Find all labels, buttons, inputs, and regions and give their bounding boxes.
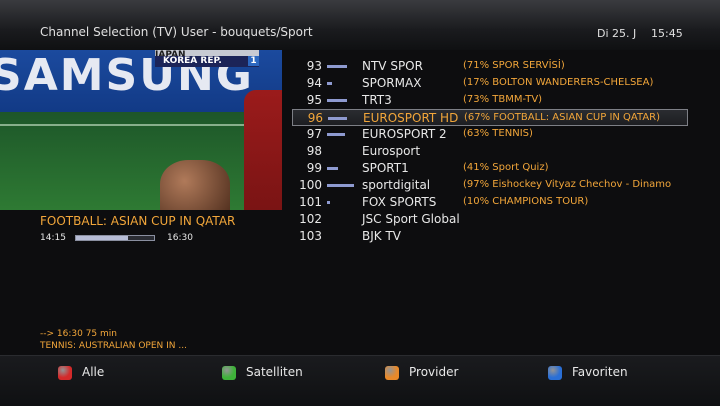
channel-progress-bar — [328, 117, 356, 120]
channel-row[interactable]: 98 Eurosport — [292, 143, 688, 160]
channel-name: EUROSPORT HD — [363, 111, 459, 125]
title-bar: Channel Selection (TV) User - bouquets/S… — [0, 0, 720, 50]
channel-progress-bar — [327, 167, 355, 170]
channel-epg-info: (63% TENNIS) — [463, 128, 533, 139]
channel-number: 93 — [306, 59, 322, 73]
color-button-label: Favoriten — [572, 365, 628, 379]
next-event-title: TENNIS: AUSTRALIAN OPEN IN ... — [40, 341, 187, 351]
channel-name: TRT3 — [362, 93, 392, 107]
channel-row[interactable]: 96 EUROSPORT HD (67% FOOTBALL: ASIAN CUP I… — [292, 109, 688, 126]
channel-number: 96 — [307, 111, 323, 125]
channel-name: FOX SPORTS — [362, 195, 437, 209]
channel-number: 97 — [306, 127, 322, 141]
channel-row[interactable]: 102 JSC Sport Global — [292, 211, 688, 228]
channel-epg-info: (97% Eishockey Vityaz Chechov - Dinamo — [463, 179, 672, 190]
yellow-button-icon — [385, 366, 399, 380]
channel-number: 103 — [299, 229, 322, 243]
channel-name: EUROSPORT 2 — [362, 127, 447, 141]
red-button-icon — [58, 366, 72, 380]
color-button-label: Alle — [82, 365, 105, 379]
channel-number: 100 — [299, 178, 322, 192]
channel-epg-info: (73% TBMM-TV) — [463, 94, 543, 105]
channel-row[interactable]: 101 FOX SPORTS (10% CHAMPIONS TOUR) — [292, 194, 688, 211]
channel-progress-bar — [327, 99, 355, 102]
channel-name: sportdigital — [362, 178, 431, 192]
pitch-line — [0, 124, 282, 126]
channel-name: Eurosport — [362, 144, 421, 158]
channel-row[interactable]: 100 sportdigital (97% Eishockey Vityaz Che… — [292, 177, 688, 194]
blue-button-icon — [548, 366, 562, 380]
channel-number: 102 — [299, 212, 322, 226]
channel-progress-bar — [327, 82, 355, 85]
color-button-bar: Alle Satelliten Provider Favoriten — [0, 355, 720, 406]
channel-row[interactable]: 94 SPORMAX (17% BOLTON WANDERERS-CHELSEA) — [292, 75, 688, 92]
channel-epg-info: (17% BOLTON WANDERERS-CHELSEA) — [463, 77, 654, 88]
now-progress-fill — [76, 236, 129, 240]
video-preview: SAMSUNG JAPAN KOREA REP. 1 — [0, 50, 282, 210]
channel-name: NTV SPOR — [362, 59, 423, 73]
next-event-time: --> 16:30 75 min — [40, 329, 117, 339]
player-head-shape — [160, 160, 230, 210]
channel-progress-fill — [327, 65, 347, 68]
channel-epg-info: (41% Sport Quiz) — [463, 162, 549, 173]
channel-row[interactable]: 93 NTV SPOR (71% SPOR SERVİSİ) — [292, 58, 688, 75]
scoreboard: JAPAN KOREA REP. 1 — [155, 50, 259, 67]
channel-progress-bar — [327, 133, 355, 136]
channel-row[interactable]: 95 TRT3 (73% TBMM-TV) — [292, 92, 688, 109]
channel-name: SPORT1 — [362, 161, 409, 175]
channel-number: 99 — [306, 161, 322, 175]
channel-progress-bar — [327, 65, 355, 68]
date-display: Di 25. J — [597, 27, 637, 40]
green-button-icon — [222, 366, 236, 380]
clock-display: 15:45 — [651, 27, 683, 40]
player-shape — [244, 90, 282, 210]
channel-epg-info: (67% FOOTBALL: ASIAN CUP IN QATAR) — [464, 112, 661, 123]
channel-progress-fill — [327, 167, 339, 170]
scoreboard-team-bottom: KOREA REP. — [163, 56, 222, 66]
color-button-label: Provider — [409, 365, 459, 379]
now-playing-title: FOOTBALL: ASIAN CUP IN QATAR — [40, 214, 236, 228]
now-progress-bar — [75, 235, 155, 241]
channel-progress-fill — [327, 82, 332, 85]
channel-name: SPORMAX — [362, 76, 422, 90]
channel-progress-fill — [327, 184, 355, 187]
scoreboard-score: 1 — [248, 56, 259, 66]
channel-progress-fill — [328, 117, 347, 120]
channel-row[interactable]: 103 BJK TV — [292, 228, 688, 245]
channel-progress-bar — [327, 201, 355, 204]
channel-number: 98 — [306, 144, 322, 158]
channel-progress-fill — [327, 133, 345, 136]
channel-name: BJK TV — [362, 229, 401, 243]
now-end-time: 16:30 — [167, 233, 193, 243]
channel-progress-fill — [327, 201, 330, 204]
channel-number: 94 — [306, 76, 322, 90]
channel-number: 101 — [299, 195, 322, 209]
channel-epg-info: (10% CHAMPIONS TOUR) — [463, 196, 589, 207]
channel-name: JSC Sport Global — [362, 212, 460, 226]
now-start-time: 14:15 — [40, 233, 66, 243]
channel-epg-info: (71% SPOR SERVİSİ) — [463, 60, 565, 71]
channel-progress-bar — [327, 184, 355, 187]
scoreboard-row-bottom: KOREA REP. 1 — [155, 56, 259, 67]
window-title: Channel Selection (TV) User - bouquets/S… — [40, 25, 313, 39]
channel-number: 95 — [306, 93, 322, 107]
color-button-label: Satelliten — [246, 365, 303, 379]
channel-progress-fill — [327, 99, 348, 102]
channel-row[interactable]: 99 SPORT1 (41% Sport Quiz) — [292, 160, 688, 177]
channel-row[interactable]: 97 EUROSPORT 2 (63% TENNIS) — [292, 126, 688, 143]
